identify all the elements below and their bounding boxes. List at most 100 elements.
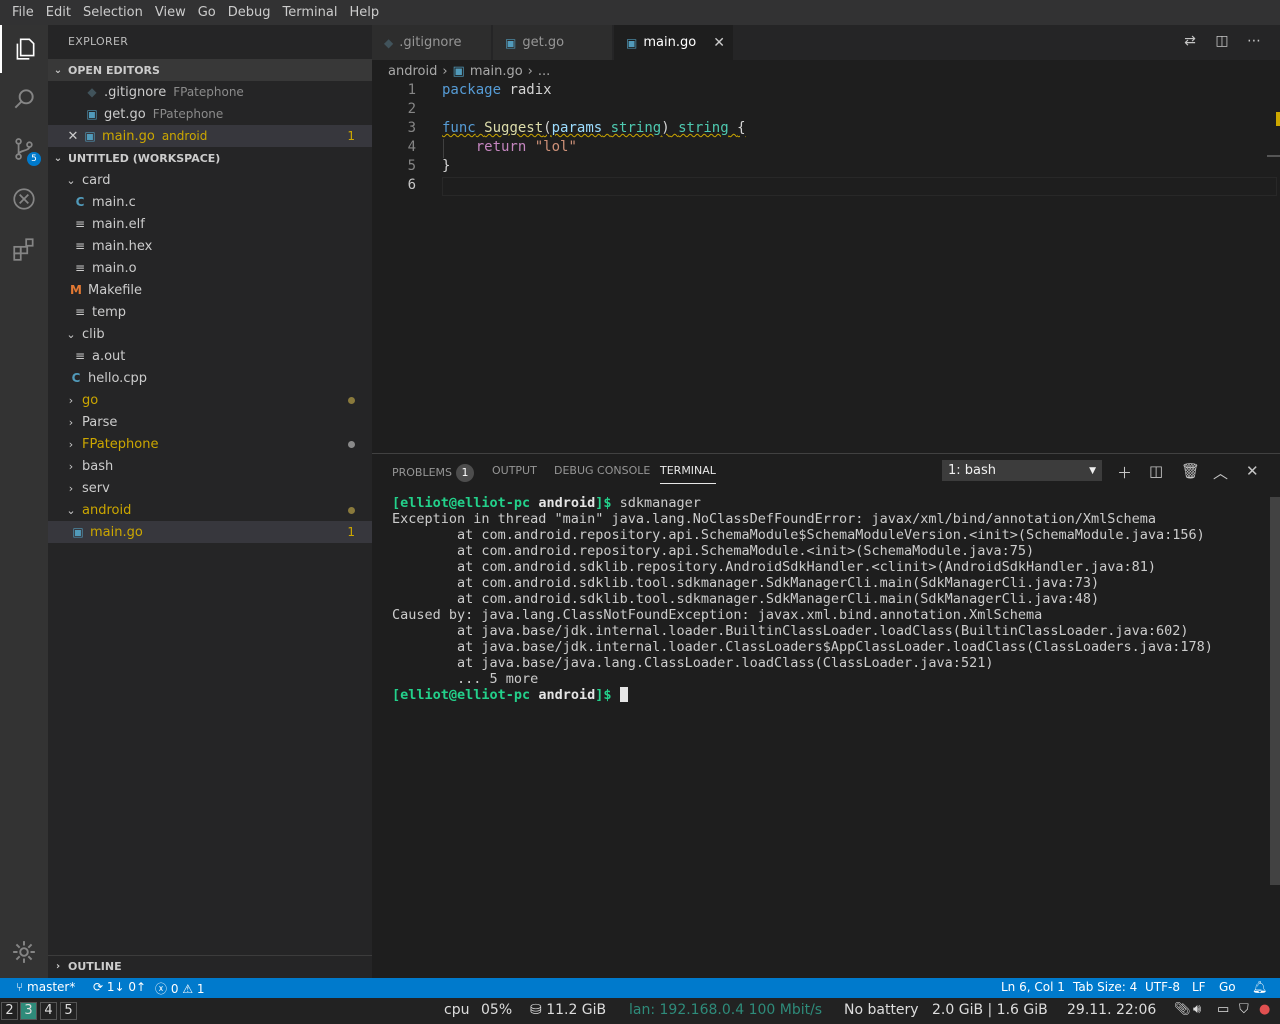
split-terminal-icon[interactable]: ◫ [1149,462,1163,480]
new-terminal-icon[interactable]: ＋ [1117,462,1132,483]
go-file-icon: ▣ [452,63,465,79]
close-icon[interactable]: ✕ [64,129,82,144]
git-file-icon: ◆ [384,35,394,50]
bell-icon[interactable]: 🔔︎ [1252,980,1267,994]
tab-debug-console[interactable]: DEBUG CONSOLE [554,464,650,477]
chevron-right-icon: › [527,63,533,79]
more-actions-icon[interactable]: ⋯ [1244,33,1264,53]
file-temp[interactable]: ≡ temp [48,301,372,323]
outline-header[interactable]: › OUTLINE [48,955,372,977]
menu-file[interactable]: File [6,5,40,20]
workspace-button[interactable]: 4 [40,1002,57,1020]
language-mode[interactable]: Go [1219,980,1236,994]
encoding[interactable]: UTF-8 [1145,980,1180,994]
search-icon[interactable] [0,75,48,123]
problems-status[interactable]: ⓧ 0 ⚠ 1 [155,980,205,997]
tab-problems[interactable]: PROBLEMS 1 [392,464,475,482]
explorer-icon[interactable] [0,25,48,73]
workspace-header[interactable]: ⌄ UNTITLED (WORKSPACE) [48,147,372,169]
folder-card[interactable]: ⌄ card [48,169,372,191]
status-bar: ⑂ master* ⟳ 1↓ 0↑ ⓧ 0 ⚠ 1 Ln 6, Col 1 Ta… [0,978,1280,998]
tab-terminal[interactable]: TERMINAL [660,464,716,484]
open-editor-item-active[interactable]: ✕ ▣ main.go android 1 [48,125,372,147]
folder-bash[interactable]: › bash [48,455,372,477]
close-icon[interactable]: ✕ [713,35,725,51]
menu-selection[interactable]: Selection [77,5,149,20]
open-changes-icon[interactable]: ⇄ [1180,33,1200,53]
folder-go[interactable]: › go [48,389,372,411]
file-a-out[interactable]: ≡ a.out [48,345,372,367]
tab-gitignore[interactable]: ◆ .gitignore [372,25,492,60]
explorer-title: EXPLORER [68,35,129,48]
code-editor[interactable]: 1 2 3 4 5 6 package radix func Suggest(p… [372,82,1280,453]
extensions-icon[interactable] [0,225,48,273]
indent-guide [443,139,444,158]
folder-parse[interactable]: › Parse [48,411,372,433]
scroll-marker [1267,155,1280,157]
terminal-scrollbar[interactable] [1270,497,1280,885]
terminal-line: [elliot@elliot-pc android]$ sdkmanager [392,495,701,511]
terminal-select[interactable]: 1: bash ▼ [942,460,1102,481]
menu-go[interactable]: Go [192,5,222,20]
close-panel-icon[interactable]: ✕ [1246,462,1259,480]
eol[interactable]: LF [1192,980,1206,994]
tab-size[interactable]: Tab Size: 4 [1073,980,1137,994]
terminal-line: at com.android.sdklib.tool.sdkmanager.Sd… [392,575,1100,591]
chevron-right-icon: › [68,415,74,429]
go-file-icon: ▣ [626,35,638,50]
maximize-panel-icon[interactable]: ︿ [1213,462,1228,483]
folder-fpatephone[interactable]: › FPatephone [48,433,372,455]
open-editor-item[interactable]: ◆ .gitignore FPatephone [48,81,372,103]
cursor-position[interactable]: Ln 6, Col 1 [1001,980,1065,994]
folder-clib[interactable]: ⌄ clib [48,323,372,345]
breadcrumb-file[interactable]: main.go [470,64,523,79]
file-hello-cpp[interactable]: Chello.cpp [48,367,372,389]
bottom-panel: PROBLEMS 1 OUTPUT DEBUG CONSOLE TERMINAL … [372,453,1280,978]
folder-serv[interactable]: › serv [48,477,372,499]
paperclip-icon[interactable]: 📎︎ [1174,1002,1191,1017]
file-main-o[interactable]: ≡ main.o [48,257,372,279]
volume-icon[interactable]: 🔊︎ [1193,1002,1201,1017]
breadcrumb-folder[interactable]: android [388,64,437,79]
gear-icon[interactable] [0,928,48,976]
open-editor-item[interactable]: ▣ get.go FPatephone [48,103,372,125]
chevron-right-icon: › [68,481,74,495]
file-main-go[interactable]: ▣ main.go 1 [48,521,372,543]
breadcrumb-more[interactable]: ... [538,64,550,79]
open-editors-header[interactable]: ⌄ OPEN EDITORS [48,59,372,81]
tab-get-go[interactable]: ▣ get.go [493,25,613,60]
warning-icon: ⚠ [182,982,194,996]
line-number: 3 [407,120,416,136]
shield-icon[interactable]: ⛉ [1239,1002,1249,1017]
tab-main-go[interactable]: ▣ main.go ✕ [614,25,734,60]
notification-icon[interactable]: ● [1259,1002,1270,1017]
sync-status[interactable]: ⟳ 1↓ 0↑ [93,980,146,994]
branch-status[interactable]: ⑂ master* [16,980,75,994]
file-main-elf[interactable]: ≡ main.elf [48,213,372,235]
terminal-output[interactable]: [elliot@elliot-pc android]$ sdkmanager E… [392,495,1262,703]
display-icon[interactable]: ▭ [1217,1002,1229,1017]
folder-android[interactable]: ⌄ android [48,499,372,521]
source-control-icon[interactable]: 5 [0,125,48,173]
warning-marker [1276,112,1280,126]
tab-output[interactable]: OUTPUT [492,464,537,477]
workspace-button[interactable]: 2 [1,1002,18,1020]
file-makefile[interactable]: M Makefile [48,279,372,301]
terminal-line: Caused by: java.lang.ClassNotFoundExcept… [392,607,1043,623]
menu-debug[interactable]: Debug [222,5,277,20]
breadcrumb: android › ▣ main.go › ... [372,60,1280,82]
code-token: { [737,120,746,136]
file-main-hex[interactable]: ≡ main.hex [48,235,372,257]
menu-terminal[interactable]: Terminal [277,5,344,20]
debug-icon[interactable] [0,175,48,223]
menu-help[interactable]: Help [343,5,385,20]
system-bar: 2 3 4 5 cpu 05% ⛁ 11.2 GiB lan: 192.168.… [0,998,1280,1024]
split-editor-icon[interactable]: ◫ [1212,33,1232,53]
trash-icon[interactable]: 🗑 [1181,462,1200,480]
terminal-line: at java.base/jdk.internal.loader.ClassLo… [392,639,1213,655]
menu-view[interactable]: View [149,5,192,20]
file-main-c[interactable]: Cmain.c [48,191,372,213]
workspace-button-active[interactable]: 3 [20,1002,37,1020]
workspace-button[interactable]: 5 [60,1002,77,1020]
menu-edit[interactable]: Edit [40,5,77,20]
